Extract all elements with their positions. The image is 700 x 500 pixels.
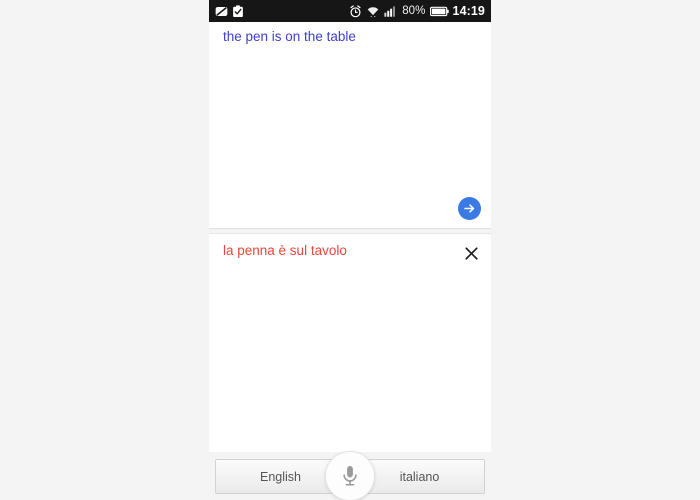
mute-icon	[215, 5, 228, 18]
battery-percent-label: 80%	[402, 5, 426, 17]
wifi-icon	[366, 5, 380, 18]
status-bar: 80% 14:19	[209, 0, 491, 22]
microphone-button[interactable]	[325, 451, 375, 500]
translate-go-button[interactable]	[458, 197, 481, 220]
target-text-panel: la penna è sul tavolo	[209, 233, 491, 452]
alarm-clock-icon	[349, 4, 362, 18]
clipboard-check-icon	[232, 4, 244, 18]
arrow-right-icon	[464, 204, 475, 213]
battery-icon	[429, 6, 449, 17]
source-text[interactable]: the pen is on the table	[223, 28, 461, 46]
clock-label: 14:19	[452, 4, 485, 18]
status-bar-right-icons: 80% 14:19	[349, 4, 485, 18]
status-bar-left-icons	[215, 4, 244, 18]
microphone-icon	[343, 466, 357, 486]
clear-button[interactable]	[459, 241, 483, 265]
signal-bars-icon	[384, 5, 398, 18]
translated-text: la penna è sul tavolo	[223, 243, 347, 258]
phone-screen: 80% 14:19 the pen is on the table la pen…	[209, 0, 491, 500]
language-bar: English italiano	[209, 451, 491, 500]
source-text-panel[interactable]: the pen is on the table	[209, 22, 491, 229]
close-icon	[464, 246, 478, 260]
